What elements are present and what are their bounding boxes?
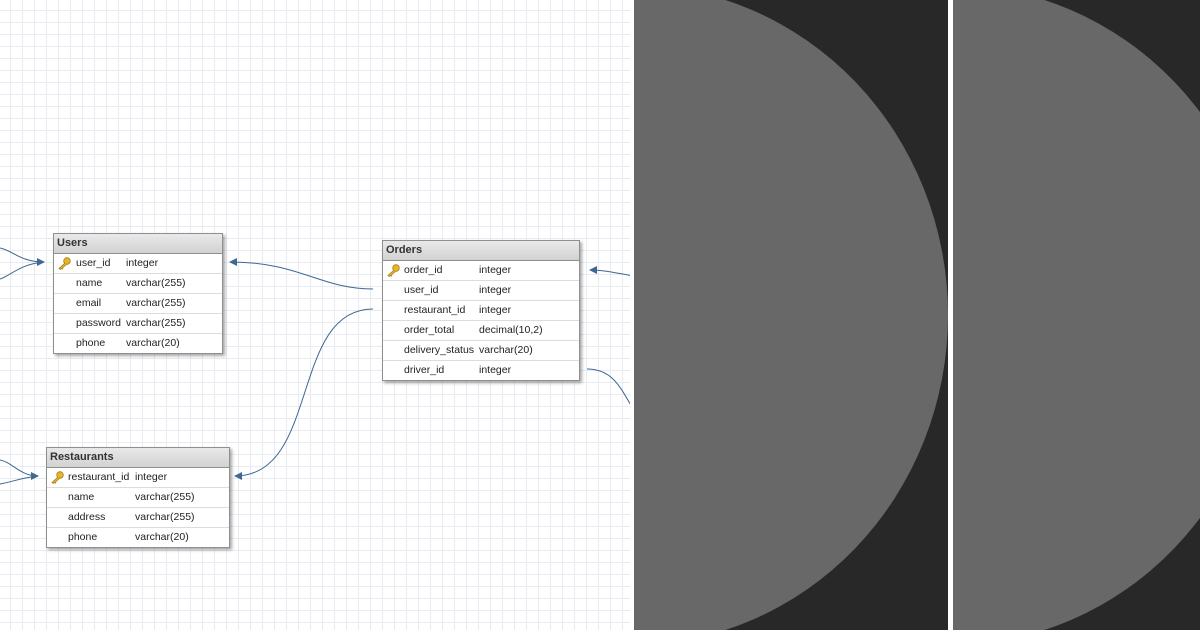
column-type: integer — [479, 264, 512, 276]
table-title: Restaurants — [47, 448, 229, 468]
link-offscreen-orders-right — [589, 266, 634, 277]
diagram-canvas[interactable]: Users user_id integer name varchar(255) … — [0, 0, 634, 630]
column-name: address — [68, 511, 106, 523]
table-row[interactable]: name varchar(255) — [47, 488, 229, 508]
column-name: user_id — [404, 284, 439, 296]
key-icon — [387, 264, 400, 277]
key-icon — [58, 257, 71, 270]
table-row[interactable]: name varchar(255) — [54, 274, 222, 294]
column-name: email — [76, 297, 102, 309]
column-name: order_id — [404, 264, 443, 276]
table-row[interactable]: user_id integer — [383, 281, 579, 301]
table-row[interactable]: email varchar(255) — [54, 294, 222, 314]
table-row[interactable]: order_id integer — [383, 261, 579, 281]
half-circle-shape — [634, 0, 948, 630]
column-name: delivery_status — [404, 344, 475, 356]
column-name: user_id — [76, 257, 111, 269]
table-row[interactable]: password varchar(255) — [54, 314, 222, 334]
column-type: varchar(255) — [135, 491, 195, 503]
column-type: integer — [479, 364, 512, 376]
table-row[interactable]: user_id integer — [54, 254, 222, 274]
column-type: varchar(255) — [135, 511, 195, 523]
link-orders-restaurants — [234, 308, 374, 480]
table-row[interactable]: order_total decimal(10,2) — [383, 321, 579, 341]
column-type: varchar(255) — [126, 277, 186, 289]
table-row[interactable]: address varchar(255) — [47, 508, 229, 528]
column-type: integer — [479, 304, 512, 316]
column-type: varchar(20) — [135, 531, 189, 543]
dark-panel-right — [953, 0, 1200, 630]
column-name: name — [76, 277, 103, 289]
link-offscreen-restaurants-b — [0, 475, 39, 485]
column-name: password — [76, 317, 121, 329]
column-name: restaurant_id — [404, 304, 466, 316]
link-offscreen-users-a — [0, 247, 45, 266]
table-orders[interactable]: Orders order_id integer user_id integer … — [382, 240, 580, 381]
column-type: varchar(255) — [126, 297, 186, 309]
column-type: integer — [479, 284, 512, 296]
link-orders-driver-offscreen — [586, 368, 634, 411]
link-offscreen-users-b — [0, 261, 45, 280]
key-icon — [51, 471, 64, 484]
column-type: integer — [126, 257, 159, 269]
column-name: order_total — [404, 324, 455, 336]
table-row[interactable]: phone varchar(20) — [47, 528, 229, 547]
table-title: Users — [54, 234, 222, 254]
link-offscreen-restaurants-a — [0, 459, 39, 480]
table-row[interactable]: restaurant_id integer — [47, 468, 229, 488]
column-type: decimal(10,2) — [479, 324, 543, 336]
table-users[interactable]: Users user_id integer name varchar(255) … — [53, 233, 223, 354]
dark-panel-left — [634, 0, 948, 630]
half-circle-shape — [953, 0, 1200, 630]
column-name: driver_id — [404, 364, 445, 376]
column-name: restaurant_id — [68, 471, 130, 483]
link-orders-users — [229, 258, 374, 290]
column-name: phone — [68, 531, 98, 543]
table-row[interactable]: delivery_status varchar(20) — [383, 341, 579, 361]
table-title: Orders — [383, 241, 579, 261]
column-type: varchar(255) — [126, 317, 186, 329]
table-restaurants[interactable]: Restaurants restaurant_id integer name v… — [46, 447, 230, 548]
column-name: name — [68, 491, 95, 503]
column-type: integer — [135, 471, 168, 483]
column-type: varchar(20) — [126, 337, 180, 349]
table-row[interactable]: phone varchar(20) — [54, 334, 222, 353]
column-name: phone — [76, 337, 106, 349]
column-type: varchar(20) — [479, 344, 533, 356]
table-row[interactable]: driver_id integer — [383, 361, 579, 380]
table-row[interactable]: restaurant_id integer — [383, 301, 579, 321]
